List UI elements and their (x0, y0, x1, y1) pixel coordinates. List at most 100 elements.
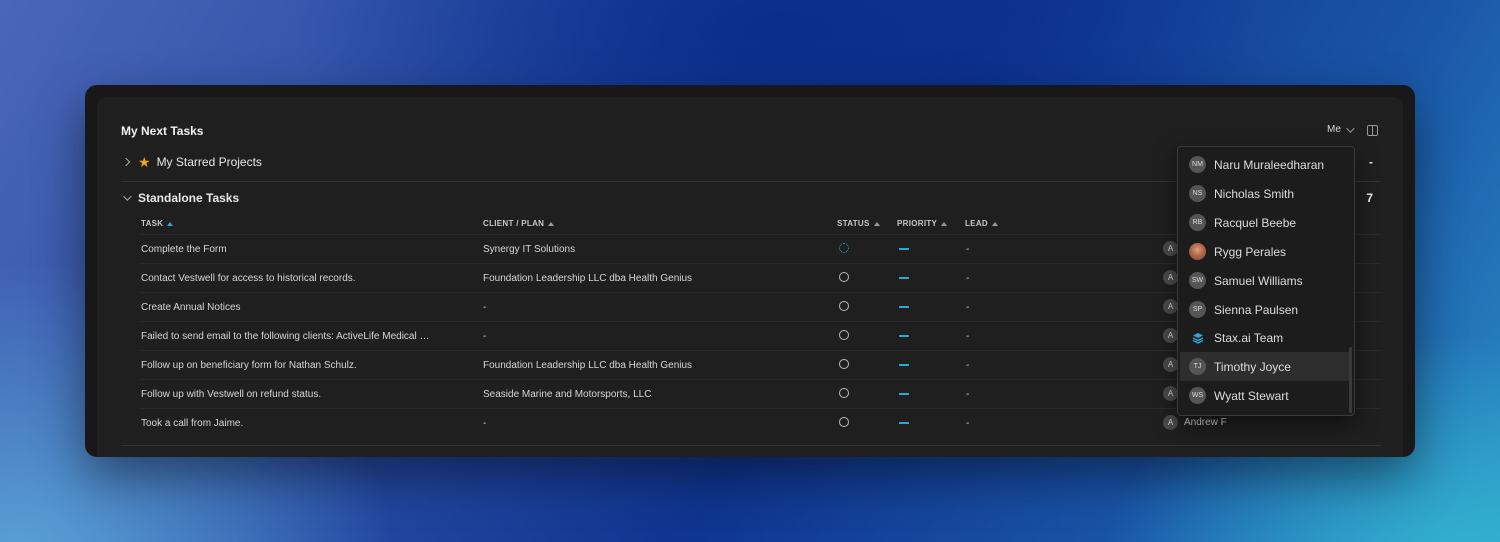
avatar: WS (1189, 387, 1206, 404)
column-label: PRIORITY (897, 219, 938, 228)
client-plan[interactable]: Synergy IT Solutions (483, 244, 823, 255)
dropdown-item-label: Naru Muraleedharan (1214, 157, 1325, 172)
avatar: NM (1189, 156, 1206, 173)
section-label: My Starred Projects (156, 155, 262, 169)
sort-icon (873, 221, 880, 226)
avatar: TJ (1189, 358, 1206, 375)
column-label: CLIENT / PLAN (483, 219, 545, 228)
avatar: A (1163, 328, 1178, 343)
dropdown-item[interactable]: RB Racquel Beebe (1180, 208, 1351, 237)
priority-none-icon[interactable] (899, 335, 909, 337)
column-label: STATUS (837, 219, 870, 228)
section-label: Standalone Tasks (138, 191, 240, 205)
divider (121, 445, 1381, 446)
avatar: A (1163, 357, 1178, 372)
client-plan[interactable]: Foundation Leadership LLC dba Health Gen… (483, 360, 823, 371)
avatar: A (1163, 386, 1178, 401)
dropdown-item[interactable]: WS Wyatt Stewart (1180, 381, 1351, 410)
avatar: SW (1189, 272, 1206, 289)
dropdown-item-label: Sienna Paulsen (1214, 302, 1299, 317)
sort-icon (941, 221, 948, 226)
task-name[interactable]: Took a call from Jaime. (141, 418, 476, 429)
dropdown-scrollbar[interactable] (1349, 347, 1352, 413)
dropdown-item[interactable]: NS Nicholas Smith (1180, 179, 1351, 208)
column-header-lead[interactable]: LEAD (965, 219, 998, 228)
section-count: 7 (1366, 191, 1373, 205)
page-title: My Next Tasks (121, 124, 204, 138)
task-name[interactable]: Contact Vestwell for access to historica… (141, 273, 476, 284)
priority-none-icon[interactable] (899, 277, 909, 279)
avatar: SP (1189, 301, 1206, 318)
sort-asc-icon (167, 221, 174, 226)
section-count: - (1369, 155, 1373, 169)
lead-value: - (966, 273, 970, 284)
status-open-icon[interactable] (839, 301, 849, 311)
avatar-photo (1189, 243, 1206, 260)
dropdown-item[interactable]: NM Naru Muraleedharan (1180, 150, 1351, 179)
status-open-icon[interactable] (839, 330, 849, 340)
status-open-icon[interactable] (839, 388, 849, 398)
dropdown-item[interactable]: Stax.ai Team (1180, 323, 1351, 352)
avatar: A (1163, 299, 1178, 314)
columns-icon[interactable] (1367, 125, 1378, 136)
stax-logo-icon (1189, 329, 1206, 346)
assignee[interactable]: A Andrew F (1163, 415, 1227, 430)
status-open-icon[interactable] (839, 359, 849, 369)
status-open-icon[interactable] (839, 417, 849, 427)
column-header-client[interactable]: CLIENT / PLAN (483, 219, 555, 228)
lead-value: - (966, 418, 970, 429)
dropdown-item[interactable]: TJ Timothy Joyce (1180, 352, 1351, 381)
dropdown-item-label: Racquel Beebe (1214, 215, 1297, 230)
lead-value: - (966, 302, 970, 313)
dropdown-item[interactable]: SW Samuel Williams (1180, 266, 1351, 295)
assignee-name: Andrew F (1184, 417, 1227, 428)
lead-value: - (966, 360, 970, 371)
priority-none-icon[interactable] (899, 306, 909, 308)
client-plan[interactable]: - (483, 418, 823, 429)
chevron-down-icon (1346, 123, 1355, 133)
priority-none-icon[interactable] (899, 364, 909, 366)
dropdown-item-label: Rygg Perales (1214, 244, 1287, 259)
sort-icon (548, 221, 555, 226)
task-name[interactable]: Complete the Form (141, 244, 476, 255)
avatar: NS (1189, 185, 1206, 202)
chevron-right-icon (121, 157, 131, 167)
avatar: RB (1189, 214, 1206, 231)
dropdown-item-label: Samuel Williams (1214, 273, 1303, 288)
client-plan[interactable]: - (483, 331, 823, 342)
lead-value: - (966, 389, 970, 400)
task-name[interactable]: Follow up on beneficiary form for Nathan… (141, 360, 476, 371)
lead-value: - (966, 244, 970, 255)
dropdown-item[interactable]: Rygg Perales (1180, 237, 1351, 266)
dropdown-item-label: Stax.ai Team (1214, 330, 1284, 345)
avatar: A (1163, 415, 1178, 430)
assignee-filter-value: Me (1327, 124, 1341, 135)
priority-none-icon[interactable] (899, 248, 909, 250)
dropdown-item-label: Nicholas Smith (1214, 186, 1295, 201)
column-header-task[interactable]: TASK (141, 219, 174, 228)
status-open-icon[interactable] (839, 272, 849, 282)
sort-icon (991, 221, 998, 226)
lead-value: - (966, 331, 970, 342)
chevron-down-icon (123, 192, 132, 201)
priority-none-icon[interactable] (899, 422, 909, 424)
column-header-status[interactable]: STATUS (837, 219, 880, 228)
column-header-priority[interactable]: PRIORITY (897, 219, 948, 228)
client-plan[interactable]: Seaside Marine and Motorsports, LLC (483, 389, 823, 400)
task-name[interactable]: Create Annual Notices (141, 302, 476, 313)
avatar: A (1163, 270, 1178, 285)
star-icon: ★ (138, 154, 151, 170)
assignee-filter[interactable]: Me (1327, 123, 1355, 135)
client-plan[interactable]: Foundation Leadership LLC dba Health Gen… (483, 273, 823, 284)
dropdown-item[interactable]: SP Sienna Paulsen (1180, 295, 1351, 324)
status-in-progress-icon[interactable] (839, 243, 849, 253)
task-name[interactable]: Failed to send email to the following cl… (141, 331, 476, 342)
priority-none-icon[interactable] (899, 393, 909, 395)
stax-logo-icon (1192, 332, 1203, 344)
task-name[interactable]: Follow up with Vestwell on refund status… (141, 389, 476, 400)
avatar: A (1163, 241, 1178, 256)
dropdown-item-label: Wyatt Stewart (1214, 388, 1289, 403)
client-plan[interactable]: - (483, 302, 823, 313)
assignee-dropdown: NM Naru Muraleedharan NS Nicholas Smith … (1177, 146, 1355, 416)
dropdown-item-label: Timothy Joyce (1214, 359, 1291, 374)
